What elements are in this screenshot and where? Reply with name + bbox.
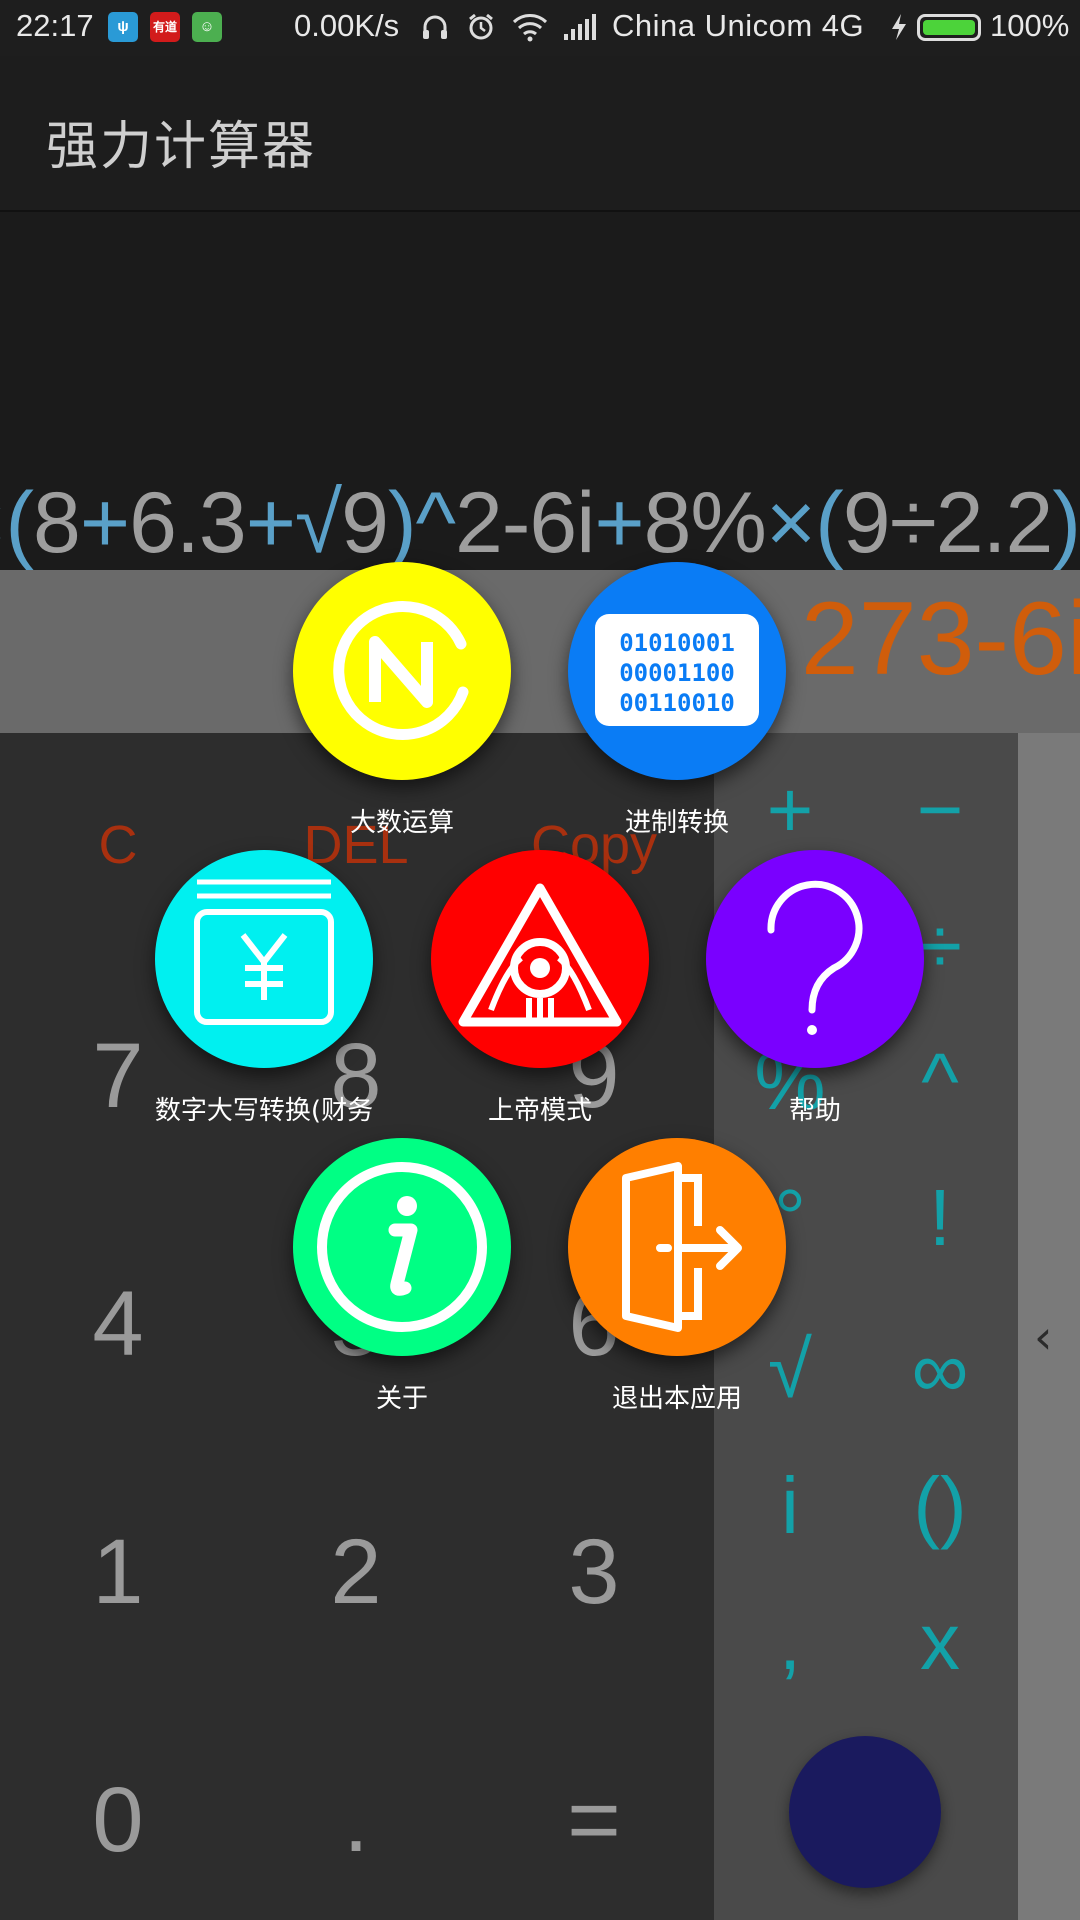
menu-god-mode-circle[interactable] — [431, 850, 649, 1068]
menu-label: 数字大写转换(财务 — [154, 1096, 374, 1126]
battery-percent: 100% — [990, 8, 1070, 43]
menu-help-circle[interactable] — [706, 850, 924, 1068]
app-title: 强力计算器 — [46, 117, 317, 177]
svg-text:00110010: 00110010 — [619, 689, 735, 717]
charging-icon — [892, 14, 906, 40]
op-factorial[interactable]: ! — [870, 1178, 1010, 1258]
svg-text:00001100: 00001100 — [619, 659, 735, 687]
app-screen: 22:17 ψ 有道 ☺ 0.00K/s China Unicom 4G 100… — [0, 0, 1080, 1920]
expression-operand: 9 — [341, 475, 389, 571]
expression-operator: )^ — [387, 475, 456, 571]
menu-uppercase-number[interactable]: 数字大写转换(财务 — [114, 850, 414, 1127]
menu-fab-button[interactable] — [789, 1736, 941, 1888]
expression-operator: +√ — [245, 475, 342, 571]
expression-display: 9×(8+6.3+√9)^2-6i+8%×(9÷2.2) — [0, 214, 1080, 573]
menu-exit[interactable]: 退出本应用 — [527, 1138, 827, 1415]
key-0[interactable]: 0 — [38, 1774, 198, 1866]
menu-label: 帮助 — [788, 1096, 841, 1126]
signal-icon — [564, 14, 596, 40]
expression-operator: ×( — [0, 475, 34, 571]
expression-operand: 8 — [33, 475, 81, 571]
expression-text[interactable]: 9×(8+6.3+√9)^2-6i+8%×(9÷2.2) — [0, 474, 1080, 573]
svg-text:01010001: 01010001 — [619, 629, 735, 657]
eye-triangle-icon — [458, 883, 622, 1027]
op-comma[interactable]: , — [720, 1602, 860, 1682]
expression-operator: + — [594, 475, 644, 571]
menu-base-convert-circle[interactable]: 01010001 00001100 00110010 — [568, 562, 786, 780]
expression-operator: + — [79, 475, 130, 571]
app-bar: 强力计算器 — [0, 56, 1080, 212]
menu-big-number[interactable]: 大数运算 — [252, 562, 552, 839]
exit-door-icon — [622, 1162, 742, 1332]
status-time: 22:17 — [16, 8, 94, 43]
binary-icon: 01010001 00001100 00110010 — [595, 614, 759, 726]
menu-about-circle[interactable] — [293, 1138, 511, 1356]
menu-label: 退出本应用 — [611, 1384, 742, 1414]
headphones-icon — [423, 15, 447, 39]
expression-operand: 6.3 — [129, 475, 247, 571]
expression-operator: ) — [1052, 475, 1080, 571]
menu-help[interactable]: 帮助 — [665, 850, 965, 1127]
key-decimal[interactable]: . — [276, 1774, 436, 1866]
menu-label: 进制转换 — [624, 808, 729, 838]
carrier-label: China Unicom 4G — [612, 8, 865, 43]
network-speed: 0.00K/s — [294, 8, 400, 43]
status-bar: 22:17 ψ 有道 ☺ 0.00K/s China Unicom 4G 100… — [0, 0, 1080, 56]
yuan-icon — [194, 879, 334, 1025]
expression-operator: ×( — [765, 475, 844, 571]
alarm-icon — [469, 13, 493, 40]
android-icon: ☺ — [192, 12, 222, 42]
menu-about[interactable]: 关于 — [252, 1138, 552, 1415]
expression-operand: 2-6i — [454, 475, 595, 571]
expression-operand: 8% — [643, 475, 767, 571]
key-1[interactable]: 1 — [38, 1526, 198, 1618]
menu-label: 上帝模式 — [487, 1096, 592, 1126]
key-4[interactable]: 4 — [38, 1278, 198, 1370]
key-2[interactable]: 2 — [276, 1526, 436, 1618]
expression-operand: 9÷2.2 — [842, 475, 1054, 571]
question-icon — [767, 880, 863, 1035]
op-imaginary[interactable]: i — [720, 1466, 860, 1546]
youdao-icon: 有道 — [150, 12, 180, 42]
info-icon — [317, 1162, 487, 1332]
key-3[interactable]: 3 — [514, 1526, 674, 1618]
menu-base-convert[interactable]: 01010001 00001100 00110010 进制转换 — [527, 562, 827, 839]
op-parentheses[interactable]: () — [870, 1466, 1010, 1546]
battery-fill — [923, 20, 975, 35]
big-number-icon — [333, 600, 469, 740]
menu-god-mode[interactable]: 上帝模式 — [390, 850, 690, 1127]
key-equals[interactable]: = — [514, 1774, 674, 1866]
wifi-icon — [512, 14, 548, 42]
menu-label: 关于 — [375, 1384, 428, 1414]
usb-icon: ψ — [108, 12, 138, 42]
menu-label: 大数运算 — [349, 808, 454, 838]
battery-icon — [917, 14, 981, 41]
menu-uppercase-number-circle[interactable] — [155, 850, 373, 1068]
op-minus[interactable]: − — [870, 770, 1010, 850]
menu-exit-circle[interactable] — [568, 1138, 786, 1356]
menu-big-number-circle[interactable] — [293, 562, 511, 780]
op-variable-x[interactable]: x — [870, 1602, 1010, 1682]
chevron-left-icon[interactable]: ‹ — [1034, 1310, 1052, 1364]
op-infinity[interactable]: ∞ — [870, 1330, 1010, 1410]
